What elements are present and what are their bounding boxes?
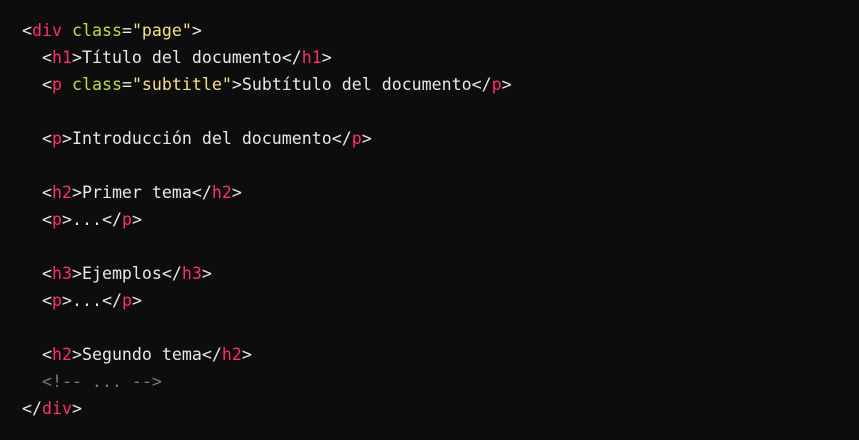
punctuation: </ xyxy=(101,210,122,229)
tag-name: h2 xyxy=(51,183,72,202)
punctuation: > xyxy=(71,48,82,67)
code-line: <p>Introducción del documento</p> xyxy=(22,125,859,152)
punctuation: </ xyxy=(161,264,182,283)
punctuation: > xyxy=(71,399,82,418)
code-line: </div> xyxy=(22,395,859,422)
punctuation: = xyxy=(121,75,132,94)
punctuation: > xyxy=(201,264,212,283)
tag-name: h2 xyxy=(211,183,232,202)
punctuation: </ xyxy=(191,183,212,202)
punctuation: </ xyxy=(22,399,42,418)
punctuation: > xyxy=(241,345,252,364)
code-lines: <div class="page"> <h1>Título del docume… xyxy=(22,17,859,422)
text-content: Título del documento xyxy=(81,48,282,67)
punctuation: < xyxy=(22,183,52,202)
punctuation: < xyxy=(22,48,52,67)
tag-name: p xyxy=(121,291,132,310)
text-content xyxy=(62,75,72,94)
punctuation: > xyxy=(131,210,142,229)
attribute-name: class xyxy=(71,21,122,40)
punctuation: < xyxy=(22,210,52,229)
punctuation: > xyxy=(71,345,82,364)
punctuation: > xyxy=(71,264,82,283)
attribute-name: class xyxy=(71,75,122,94)
punctuation: </ xyxy=(201,345,222,364)
punctuation: </ xyxy=(471,75,492,94)
punctuation: < xyxy=(22,129,52,148)
punctuation: </ xyxy=(331,129,352,148)
attribute-value: "subtitle" xyxy=(131,75,232,94)
tag-name: p xyxy=(51,129,62,148)
punctuation: </ xyxy=(281,48,302,67)
tag-name: p xyxy=(121,210,132,229)
code-block: <div class="page"> <h1>Título del docume… xyxy=(0,0,859,440)
code-line: <h2>Segundo tema</h2> xyxy=(22,341,859,368)
punctuation: > xyxy=(231,183,242,202)
tag-name: h3 xyxy=(51,264,72,283)
text-content: ... xyxy=(71,291,102,310)
punctuation: > xyxy=(61,210,72,229)
punctuation: > xyxy=(131,291,142,310)
tag-name: h3 xyxy=(181,264,202,283)
tag-name: h1 xyxy=(301,48,322,67)
code-line: <p>...</p> xyxy=(22,287,859,314)
tag-name: p xyxy=(491,75,502,94)
text-content: Segundo tema xyxy=(81,345,202,364)
code-line: <p class="subtitle">Subtítulo del docume… xyxy=(22,71,859,98)
tag-name: h2 xyxy=(51,345,72,364)
punctuation: = xyxy=(121,21,132,40)
code-line: <!-- ... --> xyxy=(22,368,859,395)
tag-name: p xyxy=(51,291,62,310)
tag-name: h1 xyxy=(51,48,72,67)
punctuation: < xyxy=(22,264,52,283)
tag-name: p xyxy=(51,210,62,229)
code-line: <p>...</p> xyxy=(22,206,859,233)
text-content xyxy=(62,21,72,40)
code-line: <h3>Ejemplos</h3> xyxy=(22,260,859,287)
text-content: Introducción del documento xyxy=(71,129,332,148)
tag-name: div xyxy=(41,399,72,418)
tag-name: div xyxy=(32,21,62,40)
punctuation: < xyxy=(22,345,52,364)
code-comment: <!-- ... --> xyxy=(22,372,162,391)
punctuation: > xyxy=(501,75,512,94)
text-content: Ejemplos xyxy=(81,264,162,283)
text-content: Subtítulo del documento xyxy=(241,75,472,94)
punctuation: < xyxy=(22,75,52,94)
tag-name: h2 xyxy=(221,345,242,364)
tag-name: p xyxy=(51,75,62,94)
punctuation: </ xyxy=(101,291,122,310)
text-content: ... xyxy=(71,210,102,229)
punctuation: > xyxy=(361,129,372,148)
punctuation: > xyxy=(61,129,72,148)
code-line: <h1>Título del documento</h1> xyxy=(22,44,859,71)
code-line: <h2>Primer tema</h2> xyxy=(22,179,859,206)
punctuation: > xyxy=(231,75,242,94)
punctuation: < xyxy=(22,21,32,40)
punctuation: > xyxy=(191,21,202,40)
punctuation: < xyxy=(22,291,52,310)
punctuation: > xyxy=(61,291,72,310)
code-line: <div class="page"> xyxy=(22,17,859,44)
punctuation: > xyxy=(321,48,332,67)
punctuation: > xyxy=(71,183,82,202)
tag-name: p xyxy=(351,129,362,148)
attribute-value: "page" xyxy=(131,21,192,40)
text-content: Primer tema xyxy=(81,183,192,202)
